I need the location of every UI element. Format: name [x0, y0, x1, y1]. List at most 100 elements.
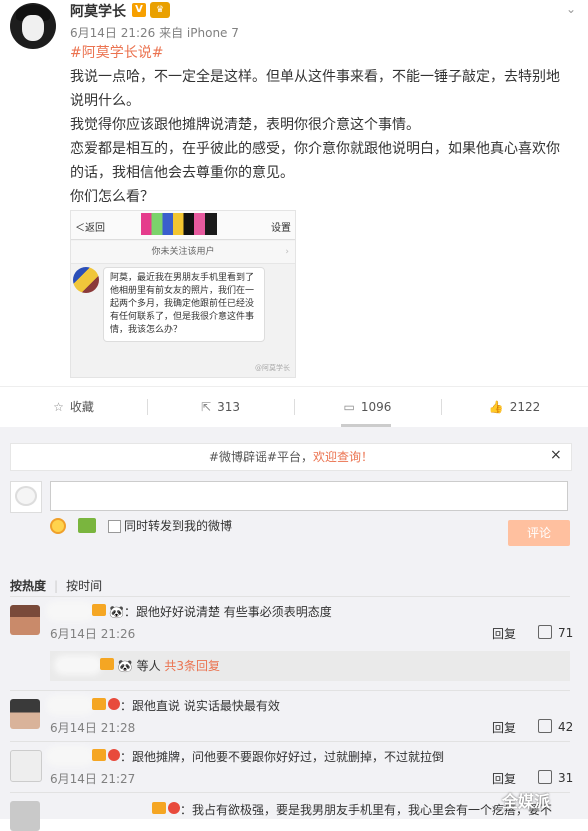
- thumb-up-icon: [538, 719, 552, 733]
- commenter-name-blurred[interactable]: [50, 699, 90, 711]
- comment-input[interactable]: [50, 481, 568, 511]
- like-count: 2122: [509, 400, 541, 414]
- comment-like-button[interactable]: 31: [538, 770, 573, 785]
- comment-line: ：我占有欲极强，要是我男朋友手机里有，我心里会有一个疙瘩，要不: [50, 801, 552, 818]
- comment-icon: ▭: [343, 400, 355, 414]
- collect-button[interactable]: ☆ 收藏: [0, 387, 147, 427]
- embed-follow-text: 你未关注该用户: [151, 247, 215, 257]
- post-topic: #阿莫学长说#: [70, 41, 570, 65]
- comment-line: ：跟他摊牌，问他要不要跟你好好过，过就删掉，不过就拉倒: [50, 748, 444, 765]
- sub-replies-link[interactable]: 共3条回复: [164, 659, 220, 673]
- embed-settings: 设置: [271, 223, 291, 234]
- thumb-up-icon: [538, 770, 552, 784]
- close-icon[interactable]: ×: [550, 447, 562, 463]
- rumor-notice[interactable]: #微博辟谣#平台，欢迎查询！: [10, 443, 572, 471]
- comment-count: 1096: [360, 400, 392, 414]
- post-paragraph-4: 你们怎么看？: [70, 189, 154, 205]
- comment-like-button[interactable]: 71: [538, 625, 573, 640]
- action-bar: ☆ 收藏 ⇱ 313 ▭ 1096 👍 2122: [0, 386, 588, 428]
- comment-button[interactable]: ▭ 1096: [294, 387, 441, 427]
- comment-time: 6月14日 21:27: [50, 772, 136, 786]
- sort-divider: [10, 596, 570, 597]
- dog-avatar-icon: [15, 486, 37, 506]
- my-avatar: [10, 481, 42, 513]
- comment-like-count: 31: [558, 771, 574, 785]
- panda-icon: 🐼: [109, 605, 124, 619]
- sub-suffix: 等人: [136, 659, 161, 673]
- watermark-logo: 全媒派: [502, 792, 551, 811]
- forward-label: 同时转发到我的微博: [124, 519, 233, 533]
- level-badge-icon: [92, 698, 106, 710]
- emoji-icon[interactable]: [50, 518, 66, 534]
- comment-time: 6月14日 21:28: [50, 721, 136, 735]
- level-badge-icon: [152, 802, 166, 814]
- panda-icon: 🐼: [114, 659, 137, 673]
- comment-line: ：跟他直说 说实话最快最有效: [50, 697, 280, 714]
- red-badge-icon: [108, 749, 120, 761]
- sort-tabs: 按热度 | 按时间: [10, 577, 102, 594]
- repost-count: 313: [217, 400, 240, 414]
- level-badge-icon: [100, 658, 114, 670]
- comment-line: 🐼：跟他好好说清楚 有些事必须表明态度: [50, 603, 332, 620]
- repost-button[interactable]: ⇱ 313: [147, 387, 294, 427]
- embed-back: ＜返回: [75, 223, 105, 234]
- star-icon: ☆: [53, 400, 64, 414]
- commenter-avatar[interactable]: [10, 699, 40, 729]
- post-paragraph-3: 恋爱都是相互的，在乎彼此的感受，你介意你就跟他说明白，如果他真心喜欢你的话，我相…: [70, 141, 560, 181]
- sort-separator: |: [54, 579, 59, 593]
- forward-checkbox[interactable]: [108, 520, 121, 533]
- author-name[interactable]: 阿莫学长: [70, 1, 126, 21]
- embed-mosaic-name: [141, 213, 217, 235]
- comment-like-button[interactable]: 42: [538, 719, 573, 734]
- comment-divider: [10, 741, 570, 742]
- commenter-avatar[interactable]: [10, 801, 40, 831]
- embed-follow-notice: 你未关注该用户 ›: [71, 241, 295, 264]
- submit-comment-button[interactable]: 评论: [508, 520, 570, 546]
- embed-message: 阿莫，最近我在男朋友手机里看到了他相册里有前女友的照片，我们在一起两个多月，我确…: [103, 267, 265, 342]
- like-button[interactable]: 👍 2122: [441, 387, 588, 427]
- avatar-face: [22, 15, 44, 41]
- post-meta: 6月14日 21:26 来自 iPhone 7: [70, 26, 239, 40]
- sort-time-tab[interactable]: 按时间: [66, 579, 102, 593]
- topic-link[interactable]: #阿莫学长说#: [70, 45, 163, 61]
- image-upload-icon[interactable]: [78, 518, 96, 533]
- post-paragraph-2: 我觉得你应该跟他摊牌说清楚，表明你很介意这个事情。: [70, 117, 420, 133]
- commenter-avatar[interactable]: [10, 605, 40, 635]
- embed-chevron-icon: ›: [285, 247, 289, 257]
- thumb-up-icon: 👍: [488, 400, 504, 414]
- comment-text: ：跟他好好说清楚 有些事必须表明态度: [123, 605, 332, 619]
- level-badge-icon: [92, 749, 106, 761]
- comment-text: ：跟他直说 说实话最快最有效: [120, 699, 280, 713]
- comment-text: ：我占有欲极强，要是我男朋友手机里有，我心里会有一个疙瘩，要不: [180, 803, 553, 817]
- level-badge-icon: [92, 604, 106, 616]
- repost-icon: ⇱: [201, 400, 212, 414]
- post-image[interactable]: ＜返回 设置 你未关注该用户 › 阿莫，最近我在男朋友手机里看到了他相册里有前女…: [70, 210, 296, 378]
- author-avatar[interactable]: [10, 3, 56, 49]
- notice-text: #微博辟谣#平台，: [208, 450, 314, 464]
- commenter-name-blurred[interactable]: [50, 750, 90, 762]
- vip-crown-icon: ♛: [150, 2, 170, 18]
- comment-text: ：跟他摊牌，问他要不要跟你好好过，过就删掉，不过就拉倒: [120, 750, 445, 764]
- commenter-name-blurred[interactable]: [50, 605, 90, 617]
- reply-button[interactable]: 回复: [492, 625, 516, 642]
- red-badge-icon: [168, 802, 180, 814]
- embed-watermark: @阿莫学长: [255, 364, 290, 372]
- thumb-up-icon: [538, 625, 552, 639]
- sub-replies-box[interactable]: 🐼 等人 共3条回复: [50, 651, 570, 681]
- comment-time: 6月14日 21:26: [50, 627, 136, 641]
- verified-badge-icon: V: [132, 3, 146, 17]
- post-paragraph-1: 我说一点哈，不一定全是这样。但单从这件事来看，不能一锤子敲定，去特别地说明什么。: [70, 69, 560, 109]
- more-chevron-icon[interactable]: ⌄: [566, 2, 576, 16]
- embed-sender-avatar: [73, 267, 99, 293]
- comment-like-count: 71: [558, 626, 574, 640]
- comment-divider: [10, 690, 570, 691]
- embed-top-bar: ＜返回 设置: [71, 211, 295, 240]
- reply-button[interactable]: 回复: [492, 719, 516, 736]
- comment-divider: [10, 792, 570, 793]
- reply-button[interactable]: 回复: [492, 770, 516, 787]
- notice-link[interactable]: 欢迎查询！: [313, 450, 373, 464]
- commenter-avatar[interactable]: [10, 750, 42, 782]
- collect-label: 收藏: [69, 400, 94, 414]
- sort-hot-tab[interactable]: 按热度: [10, 579, 46, 593]
- comment-like-count: 42: [558, 720, 574, 734]
